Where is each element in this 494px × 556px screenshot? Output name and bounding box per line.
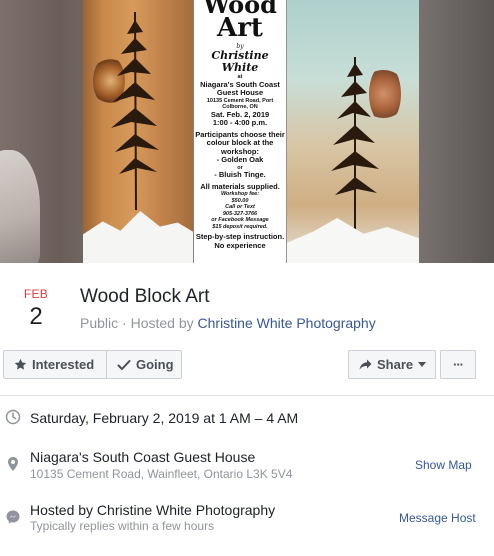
host-line: Hosted by Christine White Photography	[30, 502, 276, 518]
poster-time: 1:00 - 4:00 p.m.	[212, 118, 268, 127]
pine-tree-icon	[111, 11, 159, 211]
location-pin-icon	[8, 457, 18, 471]
share-arrow-icon	[359, 359, 372, 370]
star-icon	[14, 358, 27, 370]
poster-participants: Participants choose their colour block a…	[195, 129, 285, 156]
event-host-link[interactable]: Christine White Photography	[198, 315, 376, 331]
workshop-poster: Wood Art by Christine White at Niagara's…	[194, 0, 286, 263]
location-name[interactable]: Niagara's South Coast Guest House	[30, 448, 255, 466]
poster-experience: No experience	[214, 240, 266, 250]
golden-oak-wood-block	[83, 0, 193, 263]
event-day: 2	[29, 303, 43, 330]
event-cover-photo[interactable]: Wood Art by Christine White at Niagara's…	[0, 0, 494, 263]
event-title: Wood Block Art	[80, 286, 210, 307]
poster-author: Christine White	[211, 49, 269, 74]
messenger-icon	[6, 510, 20, 524]
poster-materials: All materials supplied.	[200, 181, 280, 191]
poster-address: 10135 Cement Road, Port Colborne, ON	[206, 97, 274, 111]
poster-venue: Niagara's South Coast Guest House	[200, 79, 280, 97]
poster-option-2: - Bluish Tinge.	[214, 170, 266, 179]
event-month: FEB	[23, 287, 49, 301]
event-subtitle: Public · Hosted by Christine White Photo…	[80, 314, 376, 332]
going-button[interactable]: Going	[106, 350, 182, 379]
location-address: 10135 Cement Road, Wainfleet, Ontario L3…	[30, 467, 293, 481]
event-hosted-by-separator: · Hosted by	[118, 315, 198, 331]
section-divider	[0, 395, 494, 396]
share-label: Share	[377, 357, 414, 372]
event-privacy: Public	[80, 315, 119, 331]
going-label: Going	[136, 357, 174, 372]
clock-icon	[5, 409, 21, 425]
more-options-button[interactable]: ···	[440, 350, 476, 379]
poster-deposit: $15 deposit required.	[212, 223, 268, 230]
check-icon	[117, 359, 131, 370]
poster-option-1: - Golden Oak	[216, 155, 264, 164]
interested-button[interactable]: Interested	[3, 350, 107, 379]
event-datetime: Saturday, February 2, 2019 at 1 AM – 4 A…	[30, 410, 299, 426]
show-map-link[interactable]: Show Map	[415, 458, 472, 473]
chevron-down-icon	[418, 362, 427, 367]
more-dots-icon: ···	[453, 357, 464, 372]
interested-label: Interested	[32, 357, 95, 372]
share-button[interactable]: Share	[348, 350, 436, 379]
bluish-tinge-wood-block	[287, 0, 419, 263]
event-date-badge: FEB 2	[18, 287, 54, 331]
poster-title-line-2: Art	[217, 13, 263, 43]
pine-tree-icon	[331, 57, 379, 235]
snow-hill	[83, 211, 193, 263]
host-reply-time: Typically replies within a few hours	[30, 519, 215, 533]
message-host-link[interactable]: Message Host	[399, 511, 476, 526]
